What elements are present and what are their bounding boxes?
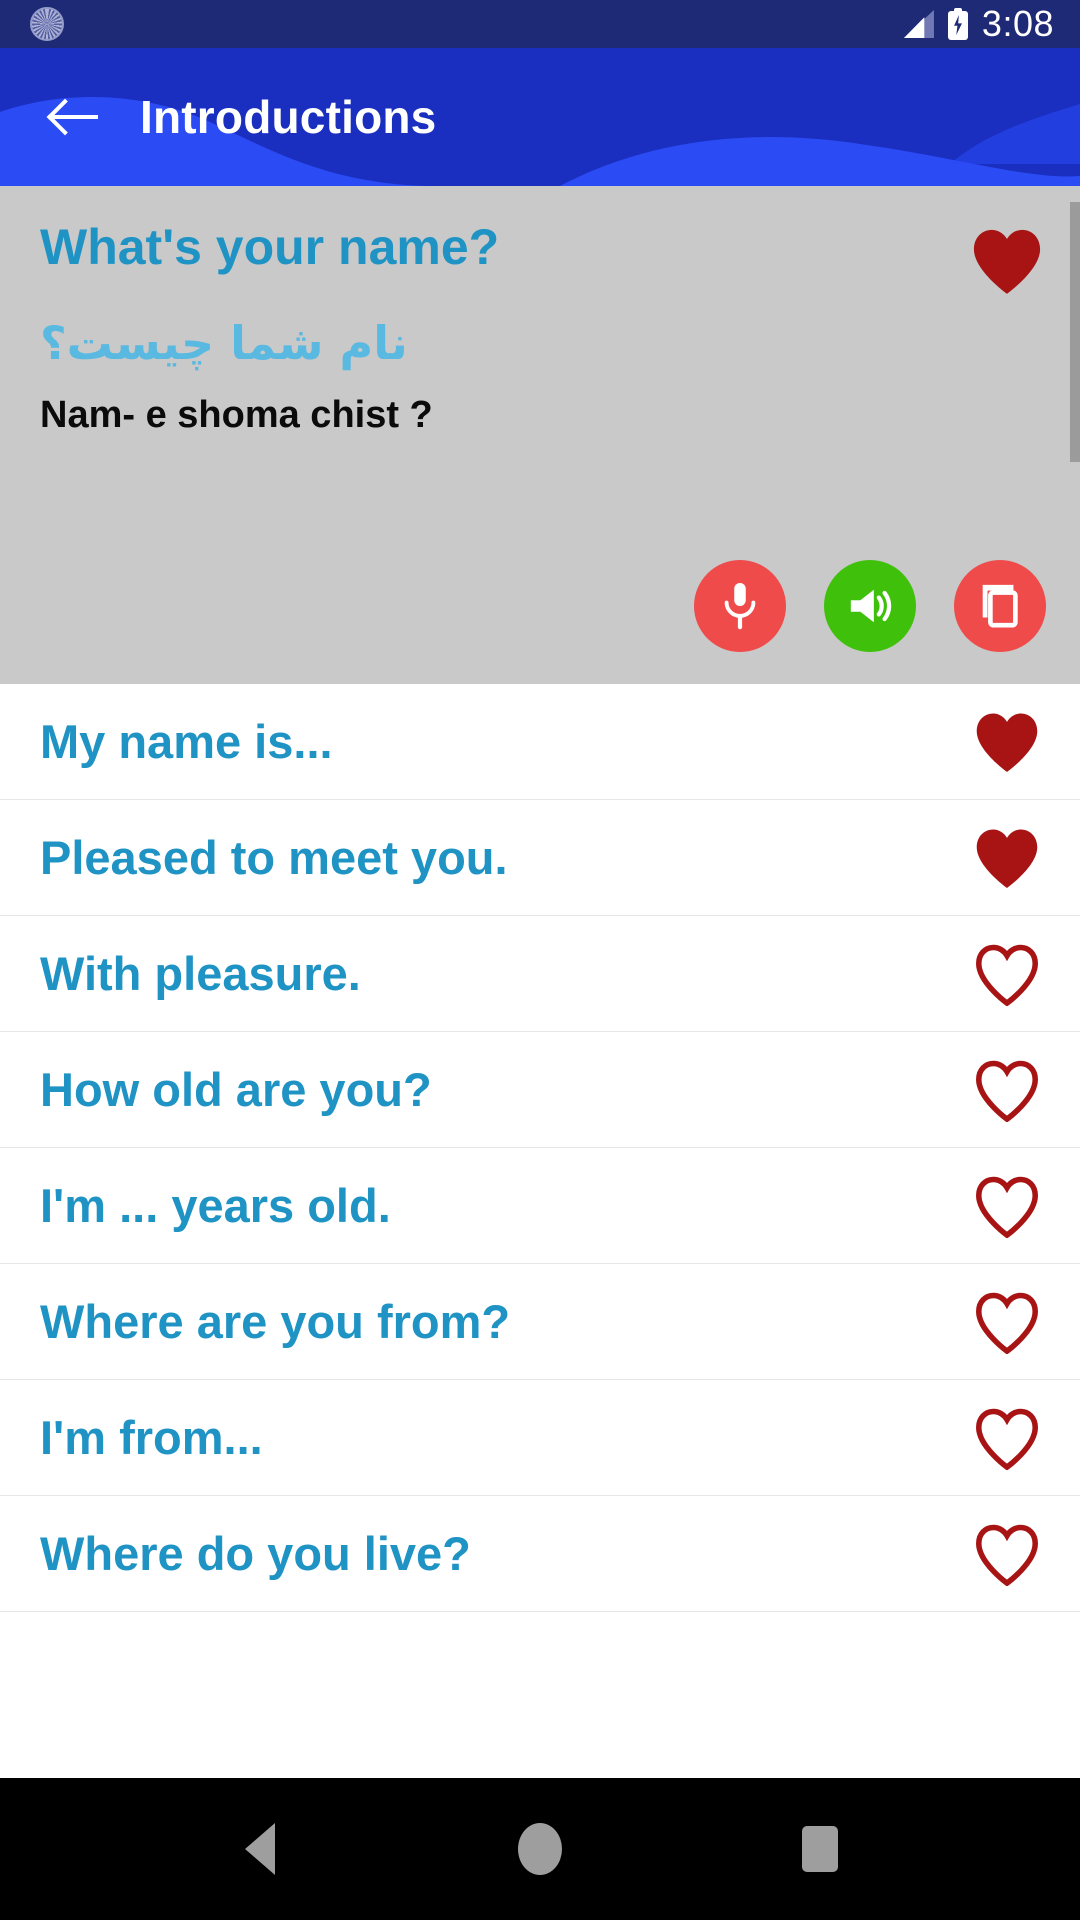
list-item[interactable]: With pleasure. — [0, 916, 1080, 1032]
list-item[interactable]: Where do you live? — [0, 1496, 1080, 1612]
featured-card-actions — [694, 560, 1046, 652]
nav-recents-button[interactable] — [760, 1789, 880, 1909]
battery-charging-icon — [947, 8, 968, 40]
status-bar-clock: 3:08 — [981, 3, 1054, 44]
app-status-icon — [30, 7, 64, 41]
favorite-button[interactable] — [968, 1522, 1046, 1586]
android-navigation-bar — [0, 1778, 1080, 1920]
arrow-back-icon[interactable] — [46, 88, 104, 146]
copy-icon — [982, 584, 1018, 628]
featured-phrase-card[interactable]: What's your name? نام شما چیست؟ Nam- e s… — [0, 186, 1080, 684]
heart-outline-icon — [976, 944, 1038, 1006]
featured-card-texts: What's your name? نام شما چیست؟ Nam- e s… — [40, 220, 968, 436]
favorite-button[interactable] — [968, 942, 1046, 1006]
nav-home-button[interactable] — [480, 1789, 600, 1909]
copy-button[interactable] — [954, 560, 1046, 652]
phone-screen: 3:08 Introductions What's your name? نام… — [0, 0, 1080, 1920]
status-bar: 3:08 — [0, 0, 1080, 48]
list-item[interactable]: I'm from... — [0, 1380, 1080, 1496]
list-item-label: Pleased to meet you. — [40, 831, 508, 884]
list-item[interactable]: My name is... — [0, 684, 1080, 800]
list-item-label: My name is... — [40, 715, 333, 768]
app-bar-content: Introductions — [0, 88, 436, 146]
featured-native-text: نام شما چیست؟ — [40, 316, 408, 370]
signal-icon — [903, 10, 934, 38]
phrase-list[interactable]: My name is... Pleased to meet you. With … — [0, 684, 1080, 1778]
list-item[interactable]: How old are you? — [0, 1032, 1080, 1148]
list-item-label: I'm from... — [40, 1411, 263, 1464]
speaker-volume-icon — [850, 589, 892, 623]
heart-outline-icon — [976, 1292, 1038, 1354]
status-bar-right: 3:08 — [903, 3, 1054, 44]
circle-home-icon — [518, 1823, 562, 1875]
list-item-label: I'm ... years old. — [40, 1179, 391, 1232]
list-item[interactable]: I'm ... years old. — [0, 1148, 1080, 1264]
page-title: Introductions — [140, 91, 437, 143]
list-item-label: With pleasure. — [40, 947, 361, 1000]
triangle-back-icon — [245, 1823, 275, 1875]
favorite-button[interactable] — [968, 710, 1046, 774]
list-item-label: How old are you? — [40, 1063, 432, 1116]
heart-filled-icon — [976, 828, 1038, 888]
nav-back-button[interactable] — [200, 1789, 320, 1909]
app-bar: Introductions — [0, 48, 1080, 186]
list-item[interactable]: Where are you from? — [0, 1264, 1080, 1380]
heart-filled-icon — [976, 712, 1038, 772]
heart-outline-icon — [976, 1060, 1038, 1122]
favorite-button[interactable] — [968, 1290, 1046, 1354]
favorite-button[interactable] — [968, 1406, 1046, 1470]
featured-favorite-button[interactable] — [968, 220, 1046, 301]
favorite-button[interactable] — [968, 826, 1046, 890]
heart-outline-icon — [976, 1524, 1038, 1586]
square-recents-icon — [802, 1826, 838, 1872]
status-bar-left — [30, 7, 64, 41]
heart-outline-icon — [976, 1408, 1038, 1470]
favorite-button[interactable] — [968, 1058, 1046, 1122]
list-item-label: Where are you from? — [40, 1295, 511, 1348]
featured-card-body: What's your name? نام شما چیست؟ Nam- e s… — [0, 220, 1080, 436]
list-item-label: Where do you live? — [40, 1527, 471, 1580]
card-scrollbar[interactable] — [1070, 202, 1080, 462]
record-button[interactable] — [694, 560, 786, 652]
heart-filled-icon — [973, 229, 1041, 294]
microphone-icon — [724, 583, 756, 630]
featured-english-text: What's your name? — [40, 219, 500, 275]
list-item[interactable]: Pleased to meet you. — [0, 800, 1080, 916]
play-audio-button[interactable] — [824, 560, 916, 652]
favorite-button[interactable] — [968, 1174, 1046, 1238]
featured-transliteration-text: Nam- e shoma chist ? — [40, 393, 433, 436]
heart-outline-icon — [976, 1176, 1038, 1238]
